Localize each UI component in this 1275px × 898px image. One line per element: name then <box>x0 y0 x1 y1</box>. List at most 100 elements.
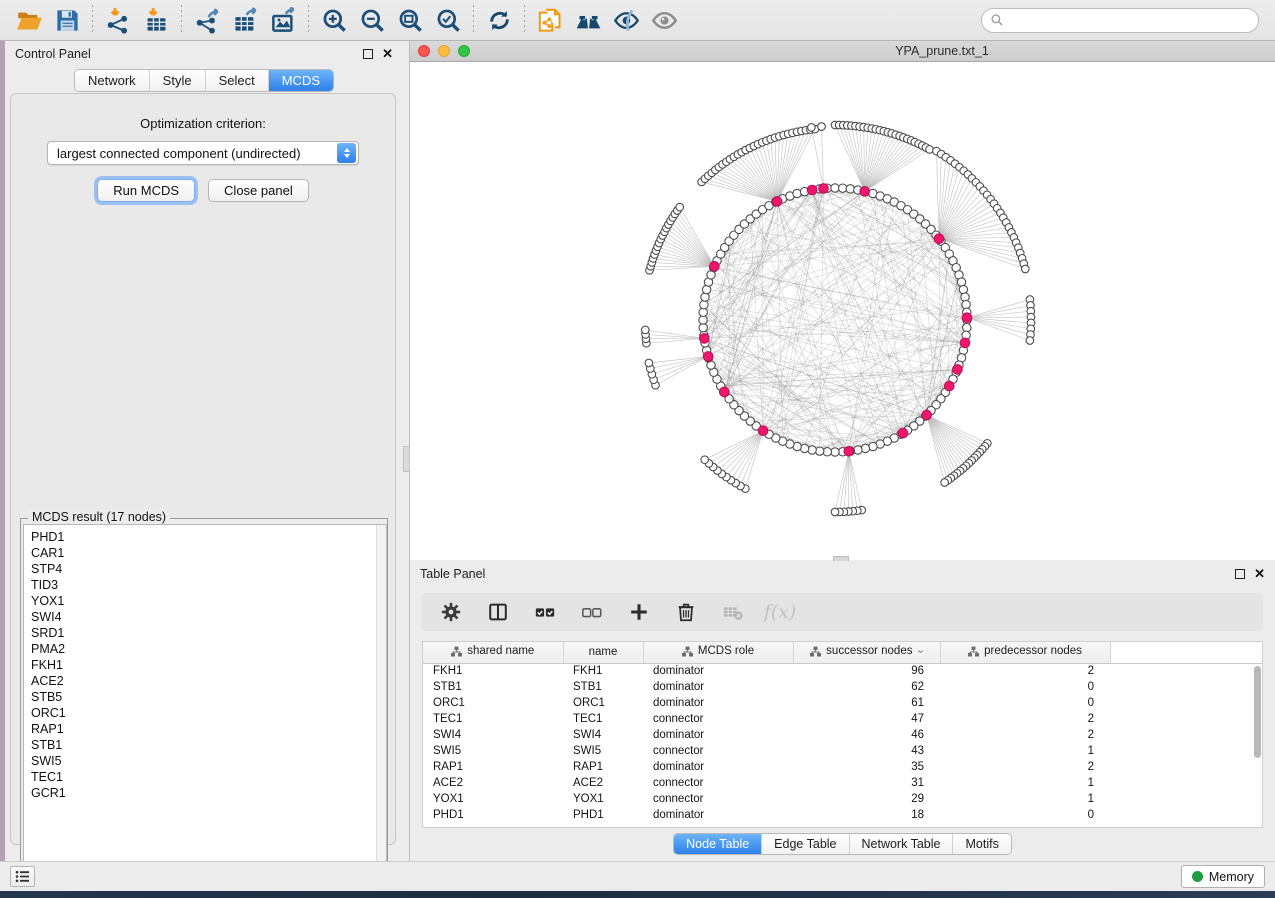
divider-grip[interactable] <box>403 446 410 472</box>
save-session-button[interactable] <box>48 3 86 37</box>
select-all-rows-button[interactable] <box>530 597 560 627</box>
result-node-item[interactable]: STB1 <box>31 737 386 753</box>
export-image-button[interactable] <box>264 3 302 37</box>
table-row[interactable]: SWI5SWI5connector431 <box>423 743 1262 759</box>
import-network-button[interactable] <box>99 3 137 37</box>
table-row[interactable]: SWI4SWI4dominator462 <box>423 727 1262 743</box>
zoom-in-icon <box>321 7 348 34</box>
result-node-item[interactable]: YOX1 <box>31 593 386 609</box>
show-columns-button[interactable] <box>483 597 513 627</box>
table-row[interactable]: YOX1YOX1connector291 <box>423 791 1262 807</box>
result-node-item[interactable]: PMA2 <box>31 641 386 657</box>
table-row[interactable]: RAP1RAP1dominator352 <box>423 759 1262 775</box>
column-filler <box>1110 642 1262 663</box>
task-history-button[interactable] <box>10 866 35 887</box>
table-row[interactable]: ACE2ACE2connector311 <box>423 775 1262 791</box>
zoom-selected-button[interactable] <box>429 3 467 37</box>
table-tab-motifs[interactable]: Motifs <box>952 834 1010 854</box>
export-network-button[interactable] <box>188 3 226 37</box>
delete-column-button[interactable] <box>671 597 701 627</box>
table-tab-network-table[interactable]: Network Table <box>849 834 953 854</box>
refresh-button[interactable] <box>480 3 518 37</box>
function-builder-button-disabled: f(x) <box>765 597 795 627</box>
column-type-icon <box>968 646 979 657</box>
close-panel-button[interactable]: Close panel <box>208 179 309 202</box>
result-list-scrollbar[interactable] <box>376 525 386 884</box>
table-row[interactable]: FKH1FKH1dominator962 <box>423 663 1262 679</box>
window-minimize-button[interactable] <box>438 45 450 57</box>
table-row[interactable]: ORC1ORC1dominator610 <box>423 695 1262 711</box>
cell-shared-name: YOX1 <box>423 791 563 807</box>
result-node-item[interactable]: SWI4 <box>31 609 386 625</box>
network-window: YPA_prune.txt_1 <box>410 41 1275 561</box>
export-table-button[interactable] <box>226 3 264 37</box>
tab-network[interactable]: Network <box>75 70 149 91</box>
zoom-out-button[interactable] <box>353 3 391 37</box>
close-panel-icon[interactable]: ✕ <box>1254 569 1265 579</box>
result-node-item[interactable]: CAR1 <box>31 545 386 561</box>
result-node-item[interactable]: SRD1 <box>31 625 386 641</box>
cell-successor-nodes: 61 <box>793 695 940 711</box>
table-scrollbar-thumb[interactable] <box>1254 666 1261 758</box>
column-header-predecessor-nodes[interactable]: predecessor nodes <box>940 642 1110 663</box>
add-column-button[interactable] <box>624 597 654 627</box>
result-node-item[interactable]: ACE2 <box>31 673 386 689</box>
open-file-button[interactable] <box>10 3 48 37</box>
tab-style[interactable]: Style <box>149 70 205 91</box>
cell-filler <box>1110 711 1262 727</box>
empty-checkboxes-icon <box>581 601 603 623</box>
deselect-all-rows-button[interactable] <box>577 597 607 627</box>
result-node-item[interactable]: PHD1 <box>31 529 386 545</box>
result-node-item[interactable]: TID3 <box>31 577 386 593</box>
result-node-item[interactable]: STB5 <box>31 689 386 705</box>
copy-share-document-button[interactable] <box>531 3 569 37</box>
main-toolbar <box>0 0 1275 41</box>
table-row[interactable]: PHD1PHD1dominator180 <box>423 807 1262 823</box>
search-input[interactable] <box>1009 13 1250 27</box>
float-panel-icon[interactable] <box>363 49 373 59</box>
tab-select[interactable]: Select <box>205 70 268 91</box>
cell-shared-name: PHD1 <box>423 807 563 823</box>
result-node-item[interactable]: TEC1 <box>31 769 386 785</box>
eye-slash-icon <box>613 7 640 34</box>
column-header-shared-name[interactable]: shared name <box>423 642 563 663</box>
result-node-item[interactable]: ORC1 <box>31 705 386 721</box>
cell-successor-nodes: 35 <box>793 759 940 775</box>
zoom-fit-button[interactable] <box>391 3 429 37</box>
status-bar: Memory <box>0 861 1275 891</box>
binoculars-button[interactable] <box>569 3 607 37</box>
result-node-item[interactable]: RAP1 <box>31 721 386 737</box>
window-zoom-button[interactable] <box>458 45 470 57</box>
run-mcds-button[interactable]: Run MCDS <box>97 179 195 202</box>
result-node-item[interactable]: SWI5 <box>31 753 386 769</box>
result-node-item[interactable]: GCR1 <box>31 785 386 801</box>
export-image-icon <box>270 7 297 34</box>
zoom-in-button[interactable] <box>315 3 353 37</box>
hide-graphics-eye-button[interactable] <box>607 3 645 37</box>
network-canvas[interactable] <box>410 62 1275 560</box>
criterion-select[interactable]: largest connected component (undirected) <box>47 141 359 165</box>
window-close-button[interactable] <box>418 45 430 57</box>
memory-button[interactable]: Memory <box>1181 865 1265 888</box>
mcds-result-list: PHD1CAR1STP4TID3YOX1SWI4SRD1PMA2FKH1ACE2… <box>23 524 387 885</box>
float-panel-icon[interactable] <box>1235 569 1245 579</box>
column-label: shared name <box>467 645 534 657</box>
table-row[interactable]: TEC1TEC1connector472 <box>423 711 1262 727</box>
result-node-item[interactable]: STP4 <box>31 561 386 577</box>
tab-mcds[interactable]: MCDS <box>268 70 333 91</box>
show-graphics-eye-button[interactable] <box>645 3 683 37</box>
table-tab-edge-table[interactable]: Edge Table <box>761 834 848 854</box>
table-settings-gear-button[interactable] <box>436 597 466 627</box>
table-tab-node-table[interactable]: Node Table <box>674 834 761 854</box>
import-table-button[interactable] <box>137 3 175 37</box>
cytoscape-app-window: Control Panel ✕ NetworkStyleSelectMCDS O… <box>0 0 1275 898</box>
column-header-mcds-role[interactable]: MCDS role <box>643 642 793 663</box>
column-header-successor-nodes[interactable]: successor nodes› <box>793 642 940 663</box>
table-row[interactable]: STB1STB1dominator620 <box>423 679 1262 695</box>
result-node-item[interactable]: FKH1 <box>31 657 386 673</box>
column-header-name[interactable]: name <box>563 642 643 663</box>
search-icon <box>990 13 1004 27</box>
table-panel-tabs: Node TableEdge TableNetwork TableMotifs <box>673 833 1012 855</box>
close-panel-icon[interactable]: ✕ <box>382 49 393 59</box>
eye-icon <box>651 7 678 34</box>
